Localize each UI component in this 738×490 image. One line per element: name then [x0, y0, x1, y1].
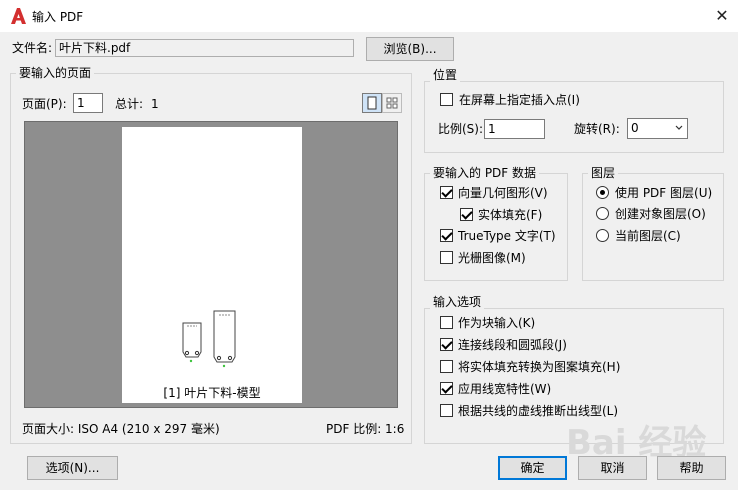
options-button[interactable]: 选项(N)...: [27, 456, 118, 480]
current-layer-radio[interactable]: [596, 229, 609, 242]
thumbnail-grid-view-icon: [386, 97, 398, 109]
single-page-view-button[interactable]: [362, 93, 382, 113]
cancel-button[interactable]: 取消: [578, 456, 647, 480]
create-object-layers-label: 创建对象图层(O): [615, 207, 706, 221]
truetype-text-label: TrueType 文字(T): [458, 229, 556, 243]
raster-images-checkbox[interactable]: [440, 251, 453, 264]
thumbnail-view-button[interactable]: [382, 93, 402, 113]
preview-caption: [1] 叶片下料-模型: [122, 383, 302, 403]
help-button[interactable]: 帮助: [657, 456, 726, 480]
import-as-block-checkbox[interactable]: [440, 316, 453, 329]
infer-linetypes-checkbox[interactable]: [440, 404, 453, 417]
specify-on-screen-label: 在屏幕上指定插入点(I): [459, 93, 580, 107]
total-label: 总计:: [115, 97, 144, 111]
pdf-data-group-label: 要输入的 PDF 数据: [430, 166, 540, 180]
join-segments-checkbox[interactable]: [440, 338, 453, 351]
preview-page-sheet: [122, 127, 302, 383]
rotation-value: 0: [631, 121, 639, 135]
close-icon[interactable]: ✕: [712, 6, 732, 26]
file-name-label: 文件名:: [12, 41, 53, 55]
page-number-input[interactable]: 1: [73, 93, 103, 113]
layers-group-label: 图层: [588, 166, 619, 180]
current-layer-label: 当前图层(C): [615, 229, 681, 243]
window-title: 输入 PDF: [32, 10, 84, 24]
total-value: 1: [151, 97, 159, 111]
apply-lineweight-label: 应用线宽特性(W): [458, 382, 552, 396]
chevron-down-icon: [675, 125, 683, 130]
create-object-layers-radio[interactable]: [596, 207, 609, 220]
page-size-text: 页面大小: ISO A4 (210 x 297 毫米): [22, 422, 220, 436]
page-label: 页面(P):: [22, 97, 67, 111]
page-preview: [1] 叶片下料-模型: [24, 121, 398, 408]
vector-geometry-label: 向量几何图形(V): [458, 186, 548, 200]
rotation-label: 旋转(R):: [574, 122, 620, 136]
position-group-label: 位置: [430, 68, 461, 82]
pages-group-label: 要输入的页面: [16, 66, 95, 80]
file-name-field[interactable]: 叶片下料.pdf: [55, 39, 354, 57]
vector-geometry-checkbox[interactable]: [440, 186, 453, 199]
convert-solid-fill-label: 将实体填充转换为图案填充(H): [458, 360, 621, 374]
solid-fill-checkbox[interactable]: [460, 208, 473, 221]
use-pdf-layers-label: 使用 PDF 图层(U): [615, 186, 713, 200]
preview-drawing: [182, 310, 236, 368]
join-segments-label: 连接线段和圆弧段(J): [458, 338, 567, 352]
import-options-group-label: 输入选项: [430, 295, 485, 309]
solid-fill-label: 实体填充(F): [478, 208, 543, 222]
autocad-a-icon: [11, 8, 26, 24]
use-pdf-layers-radio[interactable]: [596, 186, 609, 199]
scale-input[interactable]: 1: [484, 119, 545, 139]
raster-images-label: 光栅图像(M): [458, 251, 526, 265]
title-bar: 输入 PDF ✕: [0, 0, 738, 32]
pdf-scale-text: PDF 比例: 1:6: [326, 422, 405, 436]
import-as-block-label: 作为块输入(K): [458, 316, 536, 330]
scale-label: 比例(S):: [438, 122, 484, 136]
truetype-text-checkbox[interactable]: [440, 229, 453, 242]
browse-button[interactable]: 浏览(B)...: [366, 37, 454, 61]
specify-on-screen-checkbox[interactable]: [440, 93, 453, 106]
rotation-dropdown[interactable]: 0: [627, 118, 688, 139]
convert-solid-fill-checkbox[interactable]: [440, 360, 453, 373]
apply-lineweight-checkbox[interactable]: [440, 382, 453, 395]
single-page-view-icon: [367, 96, 377, 110]
ok-button[interactable]: 确定: [498, 456, 567, 480]
